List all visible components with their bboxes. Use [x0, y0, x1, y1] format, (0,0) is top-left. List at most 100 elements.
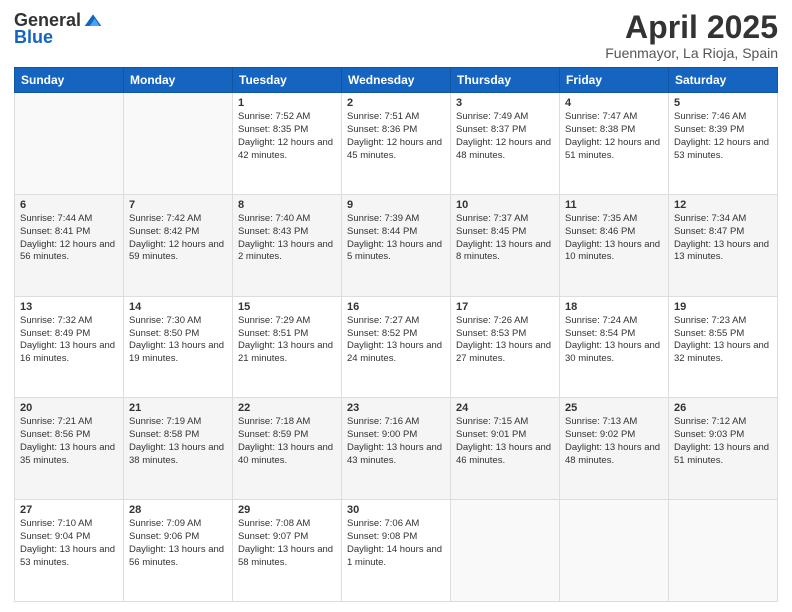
- cell-info: Sunrise: 7:16 AMSunset: 9:00 PMDaylight:…: [347, 416, 445, 467]
- calendar-week-row: 13 Sunrise: 7:32 AMSunset: 8:49 PMDayligh…: [15, 296, 778, 398]
- cell-info: Sunrise: 7:27 AMSunset: 8:52 PMDaylight:…: [347, 315, 445, 366]
- day-number: 12: [674, 199, 772, 211]
- cell-info: Sunrise: 7:47 AMSunset: 8:38 PMDaylight:…: [565, 111, 663, 162]
- table-row: [451, 500, 560, 602]
- day-number: 14: [129, 301, 227, 313]
- cell-info: Sunrise: 7:12 AMSunset: 9:03 PMDaylight:…: [674, 416, 772, 467]
- day-number: 21: [129, 402, 227, 414]
- title-block: April 2025 Fuenmayor, La Rioja, Spain: [605, 10, 778, 61]
- cell-info: Sunrise: 7:19 AMSunset: 8:58 PMDaylight:…: [129, 416, 227, 467]
- calendar-week-row: 20Sunrise: 7:21 AMSunset: 8:56 PMDayligh…: [15, 398, 778, 500]
- table-row: 4 Sunrise: 7:47 AMSunset: 8:38 PMDaylight…: [560, 93, 669, 195]
- cell-info: Sunrise: 7:29 AMSunset: 8:51 PMDaylight:…: [238, 315, 336, 366]
- day-number: 10: [456, 199, 554, 211]
- cell-info: Sunrise: 7:32 AMSunset: 8:49 PMDaylight:…: [20, 315, 118, 366]
- month-title: April 2025: [605, 10, 778, 45]
- table-row: 16 Sunrise: 7:27 AMSunset: 8:52 PMDayligh…: [342, 296, 451, 398]
- table-row: 17 Sunrise: 7:26 AMSunset: 8:53 PMDayligh…: [451, 296, 560, 398]
- cell-info: Sunrise: 7:10 AMSunset: 9:04 PMDaylight:…: [20, 518, 118, 569]
- day-number: 4: [565, 97, 663, 109]
- table-row: 20Sunrise: 7:21 AMSunset: 8:56 PMDayligh…: [15, 398, 124, 500]
- table-row: 2 Sunrise: 7:51 AMSunset: 8:36 PMDaylight…: [342, 93, 451, 195]
- cell-info: Sunrise: 7:44 AMSunset: 8:41 PMDaylight:…: [20, 213, 118, 264]
- table-row: 28Sunrise: 7:09 AMSunset: 9:06 PMDayligh…: [124, 500, 233, 602]
- day-number: 9: [347, 199, 445, 211]
- table-row: 18 Sunrise: 7:24 AMSunset: 8:54 PMDayligh…: [560, 296, 669, 398]
- day-number: 17: [456, 301, 554, 313]
- table-row: 24 Sunrise: 7:15 AMSunset: 9:01 PMDayligh…: [451, 398, 560, 500]
- cell-info: Sunrise: 7:39 AMSunset: 8:44 PMDaylight:…: [347, 213, 445, 264]
- cell-info: Sunrise: 7:15 AMSunset: 9:01 PMDaylight:…: [456, 416, 554, 467]
- cell-info: Sunrise: 7:46 AMSunset: 8:39 PMDaylight:…: [674, 111, 772, 162]
- day-number: 24: [456, 402, 554, 414]
- day-number: 2: [347, 97, 445, 109]
- day-number: 19: [674, 301, 772, 313]
- day-number: 7: [129, 199, 227, 211]
- cell-info: Sunrise: 7:42 AMSunset: 8:42 PMDaylight:…: [129, 213, 227, 264]
- day-number: 27: [20, 504, 118, 516]
- cell-info: Sunrise: 7:09 AMSunset: 9:06 PMDaylight:…: [129, 518, 227, 569]
- table-row: 27 Sunrise: 7:10 AMSunset: 9:04 PMDayligh…: [15, 500, 124, 602]
- day-number: 16: [347, 301, 445, 313]
- col-saturday: Saturday: [669, 68, 778, 93]
- table-row: 11Sunrise: 7:35 AMSunset: 8:46 PMDayligh…: [560, 194, 669, 296]
- table-row: 26Sunrise: 7:12 AMSunset: 9:03 PMDayligh…: [669, 398, 778, 500]
- table-row: 1 Sunrise: 7:52 AMSunset: 8:35 PMDaylight…: [233, 93, 342, 195]
- day-number: 22: [238, 402, 336, 414]
- cell-info: Sunrise: 7:51 AMSunset: 8:36 PMDaylight:…: [347, 111, 445, 162]
- table-row: 14 Sunrise: 7:30 AMSunset: 8:50 PMDayligh…: [124, 296, 233, 398]
- table-row: 15 Sunrise: 7:29 AMSunset: 8:51 PMDayligh…: [233, 296, 342, 398]
- day-number: 11: [565, 199, 663, 211]
- cell-info: Sunrise: 7:18 AMSunset: 8:59 PMDaylight:…: [238, 416, 336, 467]
- day-number: 20: [20, 402, 118, 414]
- table-row: 29Sunrise: 7:08 AMSunset: 9:07 PMDayligh…: [233, 500, 342, 602]
- table-row: 19Sunrise: 7:23 AMSunset: 8:55 PMDayligh…: [669, 296, 778, 398]
- calendar-week-row: 1 Sunrise: 7:52 AMSunset: 8:35 PMDaylight…: [15, 93, 778, 195]
- table-row: 30 Sunrise: 7:06 AMSunset: 9:08 PMDayligh…: [342, 500, 451, 602]
- table-row: [15, 93, 124, 195]
- day-number: 30: [347, 504, 445, 516]
- cell-info: Sunrise: 7:37 AMSunset: 8:45 PMDaylight:…: [456, 213, 554, 264]
- day-number: 25: [565, 402, 663, 414]
- table-row: 25 Sunrise: 7:13 AMSunset: 9:02 PMDayligh…: [560, 398, 669, 500]
- col-tuesday: Tuesday: [233, 68, 342, 93]
- logo: General Blue: [14, 10, 103, 48]
- cell-info: Sunrise: 7:24 AMSunset: 8:54 PMDaylight:…: [565, 315, 663, 366]
- cell-info: Sunrise: 7:30 AMSunset: 8:50 PMDaylight:…: [129, 315, 227, 366]
- day-number: 15: [238, 301, 336, 313]
- table-row: 7 Sunrise: 7:42 AMSunset: 8:42 PMDaylight…: [124, 194, 233, 296]
- col-monday: Monday: [124, 68, 233, 93]
- cell-info: Sunrise: 7:49 AMSunset: 8:37 PMDaylight:…: [456, 111, 554, 162]
- day-number: 23: [347, 402, 445, 414]
- table-row: 21 Sunrise: 7:19 AMSunset: 8:58 PMDayligh…: [124, 398, 233, 500]
- cell-info: Sunrise: 7:26 AMSunset: 8:53 PMDaylight:…: [456, 315, 554, 366]
- cell-info: Sunrise: 7:06 AMSunset: 9:08 PMDaylight:…: [347, 518, 445, 569]
- day-number: 5: [674, 97, 772, 109]
- day-number: 13: [20, 301, 118, 313]
- logo-blue-text: Blue: [14, 27, 53, 48]
- calendar-table: Sunday Monday Tuesday Wednesday Thursday…: [14, 67, 778, 602]
- table-row: [124, 93, 233, 195]
- day-number: 8: [238, 199, 336, 211]
- logo-icon: [83, 11, 103, 31]
- day-number: 18: [565, 301, 663, 313]
- table-row: [669, 500, 778, 602]
- location: Fuenmayor, La Rioja, Spain: [605, 45, 778, 61]
- table-row: 10 Sunrise: 7:37 AMSunset: 8:45 PMDayligh…: [451, 194, 560, 296]
- page: General Blue April 2025 Fuenmayor, La Ri…: [0, 0, 792, 612]
- table-row: 22 Sunrise: 7:18 AMSunset: 8:59 PMDayligh…: [233, 398, 342, 500]
- calendar-week-row: 27 Sunrise: 7:10 AMSunset: 9:04 PMDayligh…: [15, 500, 778, 602]
- cell-info: Sunrise: 7:52 AMSunset: 8:35 PMDaylight:…: [238, 111, 336, 162]
- col-thursday: Thursday: [451, 68, 560, 93]
- day-number: 1: [238, 97, 336, 109]
- table-row: 13 Sunrise: 7:32 AMSunset: 8:49 PMDayligh…: [15, 296, 124, 398]
- table-row: 9 Sunrise: 7:39 AMSunset: 8:44 PMDaylight…: [342, 194, 451, 296]
- table-row: 8 Sunrise: 7:40 AMSunset: 8:43 PMDaylight…: [233, 194, 342, 296]
- cell-info: Sunrise: 7:13 AMSunset: 9:02 PMDaylight:…: [565, 416, 663, 467]
- col-sunday: Sunday: [15, 68, 124, 93]
- cell-info: Sunrise: 7:40 AMSunset: 8:43 PMDaylight:…: [238, 213, 336, 264]
- calendar-header-row: Sunday Monday Tuesday Wednesday Thursday…: [15, 68, 778, 93]
- table-row: 23 Sunrise: 7:16 AMSunset: 9:00 PMDayligh…: [342, 398, 451, 500]
- col-wednesday: Wednesday: [342, 68, 451, 93]
- cell-info: Sunrise: 7:08 AMSunset: 9:07 PMDaylight:…: [238, 518, 336, 569]
